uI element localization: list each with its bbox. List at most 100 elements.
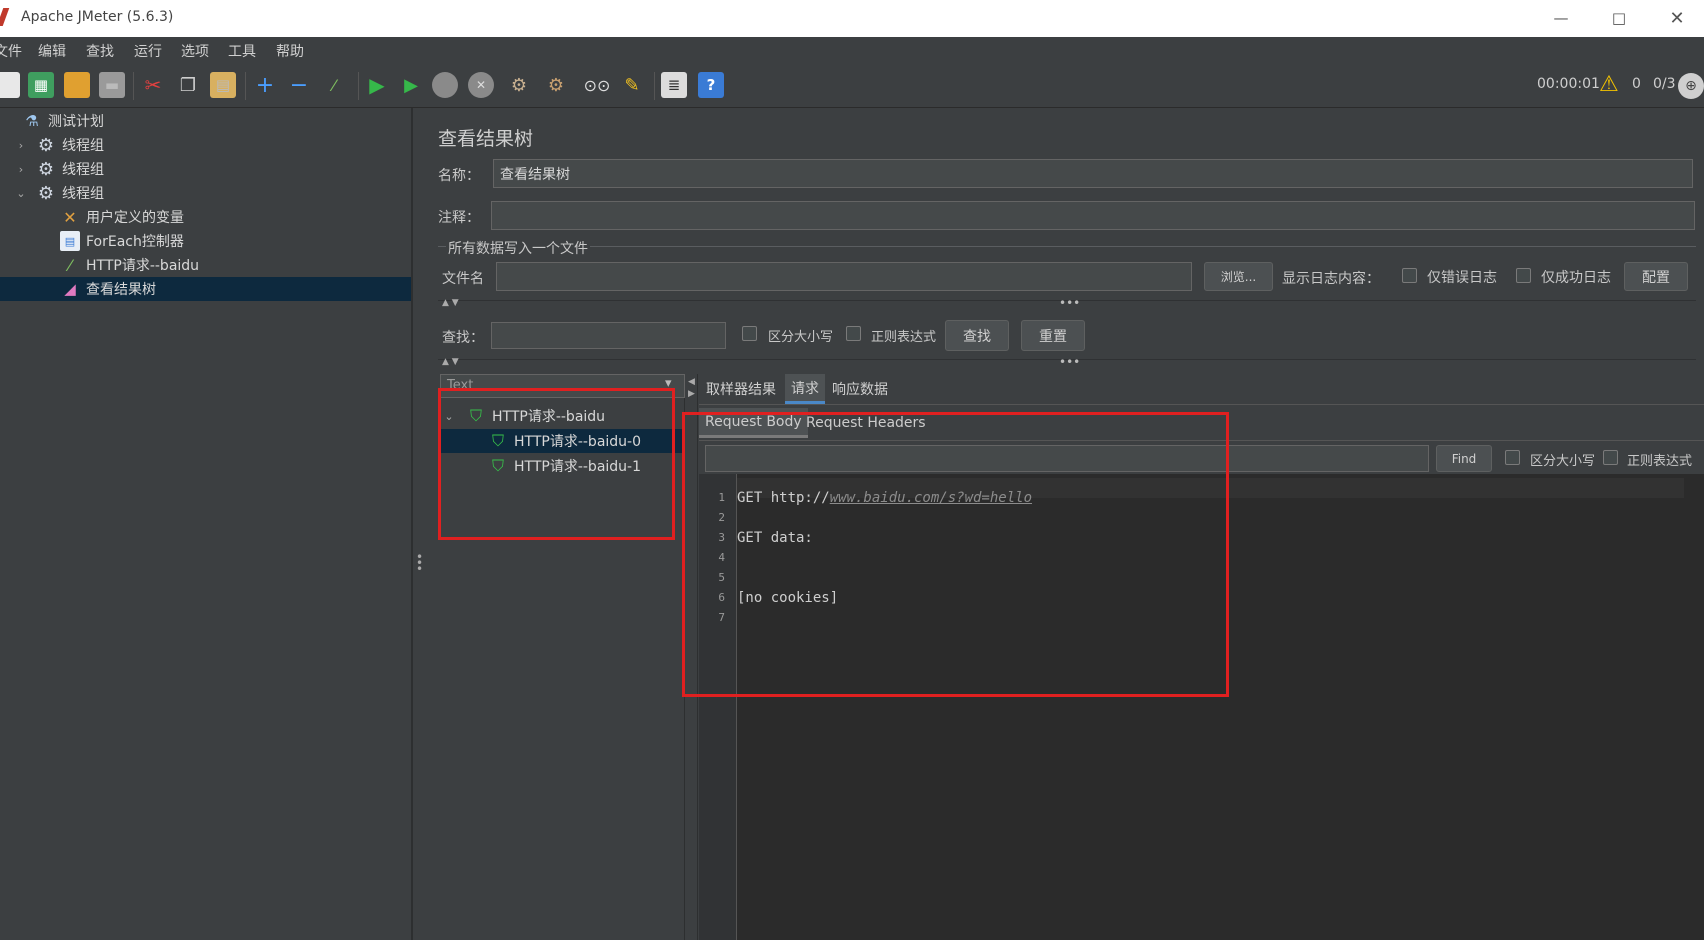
code-line: GET http://www.baidu.com/s?wd=hello bbox=[737, 490, 1033, 506]
tree-node-thread-group-1[interactable]: › ⚙ 线程组 bbox=[0, 133, 411, 157]
minimize-button[interactable]: — bbox=[1538, 4, 1584, 32]
tree-node-thread-group-3[interactable]: ⌄ ⚙ 线程组 bbox=[0, 181, 411, 205]
menu-search[interactable]: 查找 bbox=[86, 41, 114, 61]
clear-all-icon[interactable]: ⚙ bbox=[543, 72, 569, 98]
split-arrows-icon[interactable]: ◀ ▶ bbox=[688, 376, 695, 400]
tree-node-view-results-tree[interactable]: ◢ 查看结果树 bbox=[0, 277, 411, 301]
warning-icon[interactable]: ⚠ bbox=[1599, 72, 1619, 97]
tab-sampler-result[interactable]: 取样器结果 bbox=[700, 374, 782, 404]
open-icon[interactable] bbox=[64, 72, 90, 98]
editor-regex-label: 正则表达式 bbox=[1627, 454, 1693, 469]
renderer-value: Text bbox=[447, 378, 474, 393]
line-number: 6 bbox=[718, 591, 725, 604]
editor-search-input[interactable] bbox=[705, 445, 1429, 472]
function-helper-icon[interactable]: ≣ bbox=[661, 72, 687, 98]
reset-button[interactable]: 重置 bbox=[1021, 320, 1085, 351]
split-grip-icon[interactable]: ••• bbox=[1059, 296, 1080, 310]
clear-icon[interactable]: ⚙ bbox=[506, 72, 532, 98]
result-node-parent[interactable]: ⌄ ⛉ HTTP请求--baidu bbox=[440, 404, 685, 428]
toggle-icon[interactable]: ⁄ bbox=[321, 72, 347, 98]
browse-button[interactable]: 浏览... bbox=[1204, 262, 1273, 291]
split-divider[interactable]: • • • bbox=[412, 108, 423, 940]
tree-expand-icon[interactable]: ⌄ bbox=[442, 410, 456, 423]
filename-input[interactable] bbox=[496, 262, 1192, 291]
configure-button[interactable]: 配置 bbox=[1624, 262, 1688, 291]
maximize-button[interactable]: □ bbox=[1596, 4, 1642, 32]
tab-response-data[interactable]: 响应数据 bbox=[826, 374, 894, 404]
error-count: 0 bbox=[1632, 76, 1641, 92]
new-icon[interactable] bbox=[0, 72, 20, 98]
tree-expand-icon[interactable]: ⌄ bbox=[14, 187, 28, 200]
save-icon[interactable]: ▬ bbox=[99, 72, 125, 98]
shutdown-icon[interactable]: ✕ bbox=[468, 72, 494, 98]
remote-status-icon[interactable]: ⊕ bbox=[1678, 73, 1704, 99]
help-icon[interactable]: ? bbox=[698, 72, 724, 98]
renderer-select[interactable]: Text ▾ bbox=[440, 374, 685, 398]
file-section-title: 所有数据写入一个文件 bbox=[446, 238, 590, 258]
search-input[interactable] bbox=[491, 322, 726, 349]
filename-label: 文件名 bbox=[442, 271, 484, 287]
tree-node-user-variables[interactable]: ✕ 用户定义的变量 bbox=[0, 205, 411, 229]
tab-request-headers[interactable]: Request Headers bbox=[800, 408, 932, 438]
results-split-divider[interactable]: ◀ ▶ bbox=[686, 374, 698, 940]
broom-icon[interactable]: ✎ bbox=[619, 72, 645, 98]
expand-icon[interactable]: + bbox=[252, 72, 278, 98]
comment-field[interactable] bbox=[491, 201, 1695, 230]
editor-regex-checkbox[interactable] bbox=[1603, 450, 1618, 465]
gear-icon: ⚙ bbox=[37, 182, 55, 204]
copy-icon[interactable]: ❐ bbox=[175, 72, 201, 98]
regex-checkbox[interactable] bbox=[846, 326, 861, 341]
jmeter-logo-icon bbox=[0, 8, 10, 26]
paste-icon[interactable]: ▤ bbox=[210, 72, 236, 98]
request-url-link[interactable]: www.baidu.com/s?wd=hello bbox=[830, 490, 1032, 506]
errors-only-checkbox[interactable] bbox=[1402, 268, 1417, 283]
menu-run[interactable]: 运行 bbox=[134, 41, 162, 61]
result-node-1[interactable]: ⛉ HTTP请求--baidu-1 bbox=[440, 454, 685, 478]
split-arrows-icon[interactable]: ▲ ▼ bbox=[442, 298, 459, 308]
toolbar: ▦ ▬ ✂ ❐ ▤ + − ⁄ ▶ ▶ ✕ ⚙ ⚙ ⊙⊙ ✎ ≣ ? 00:00… bbox=[0, 64, 1704, 108]
name-field[interactable]: 查看结果树 bbox=[493, 159, 1693, 188]
tree-node-test-plan[interactable]: ⚗ 测试计划 bbox=[0, 109, 411, 133]
errors-only-label: 仅错误日志 bbox=[1427, 270, 1497, 286]
elapsed-time: 00:00:01 bbox=[1537, 76, 1600, 92]
menu-file[interactable]: 文件 bbox=[0, 41, 22, 61]
stop-icon[interactable] bbox=[432, 72, 458, 98]
line-number-gutter: 1 2 3 4 5 6 7 bbox=[699, 474, 737, 940]
close-button[interactable]: ✕ bbox=[1654, 4, 1700, 32]
tab-request[interactable]: 请求 bbox=[785, 374, 825, 404]
tree-expand-icon[interactable]: › bbox=[14, 139, 28, 152]
start-no-pause-icon[interactable]: ▶ bbox=[398, 72, 424, 98]
menu-help[interactable]: 帮助 bbox=[276, 41, 304, 61]
editor-case-sensitive-checkbox[interactable] bbox=[1505, 450, 1520, 465]
tab-request-body[interactable]: Request Body bbox=[699, 408, 808, 438]
cut-icon[interactable]: ✂ bbox=[140, 72, 166, 98]
result-node-0[interactable]: ⛉ HTTP请求--baidu-0 bbox=[440, 429, 685, 453]
binoculars-icon[interactable]: ⊙⊙ bbox=[584, 72, 611, 98]
tree-node-label: 查看结果树 bbox=[86, 282, 156, 298]
subtab-divider bbox=[699, 440, 1704, 441]
code-line: [no cookies] bbox=[737, 590, 839, 606]
tree-node-http-request[interactable]: ⁄ HTTP请求--baidu bbox=[0, 253, 411, 277]
editor-find-button[interactable]: Find bbox=[1436, 445, 1492, 472]
split-grip-icon[interactable]: ••• bbox=[1059, 355, 1080, 369]
success-only-checkbox[interactable] bbox=[1516, 268, 1531, 283]
start-icon[interactable]: ▶ bbox=[364, 72, 390, 98]
tree-expand-icon[interactable]: › bbox=[14, 163, 28, 176]
templates-icon[interactable]: ▦ bbox=[28, 72, 54, 98]
line-number: 5 bbox=[718, 571, 725, 584]
log-content-label: 显示日志内容： bbox=[1282, 271, 1380, 287]
find-button[interactable]: 查找 bbox=[945, 320, 1009, 351]
gear-icon: ⚙ bbox=[37, 134, 55, 156]
collapse-icon[interactable]: − bbox=[286, 72, 312, 98]
case-sensitive-checkbox[interactable] bbox=[742, 326, 757, 341]
comment-label: 注释： bbox=[438, 210, 480, 226]
tree-node-label: 线程组 bbox=[62, 186, 104, 202]
menu-options[interactable]: 选项 bbox=[181, 41, 209, 61]
name-label: 名称： bbox=[438, 168, 480, 184]
line-number: 2 bbox=[718, 511, 725, 524]
split-arrows-icon[interactable]: ▲ ▼ bbox=[442, 357, 459, 367]
menu-tools[interactable]: 工具 bbox=[228, 41, 256, 61]
menu-edit[interactable]: 编辑 bbox=[38, 41, 66, 61]
tree-node-foreach-controller[interactable]: ▤ ForEach控制器 bbox=[0, 229, 411, 253]
tree-node-thread-group-2[interactable]: › ⚙ 线程组 bbox=[0, 157, 411, 181]
